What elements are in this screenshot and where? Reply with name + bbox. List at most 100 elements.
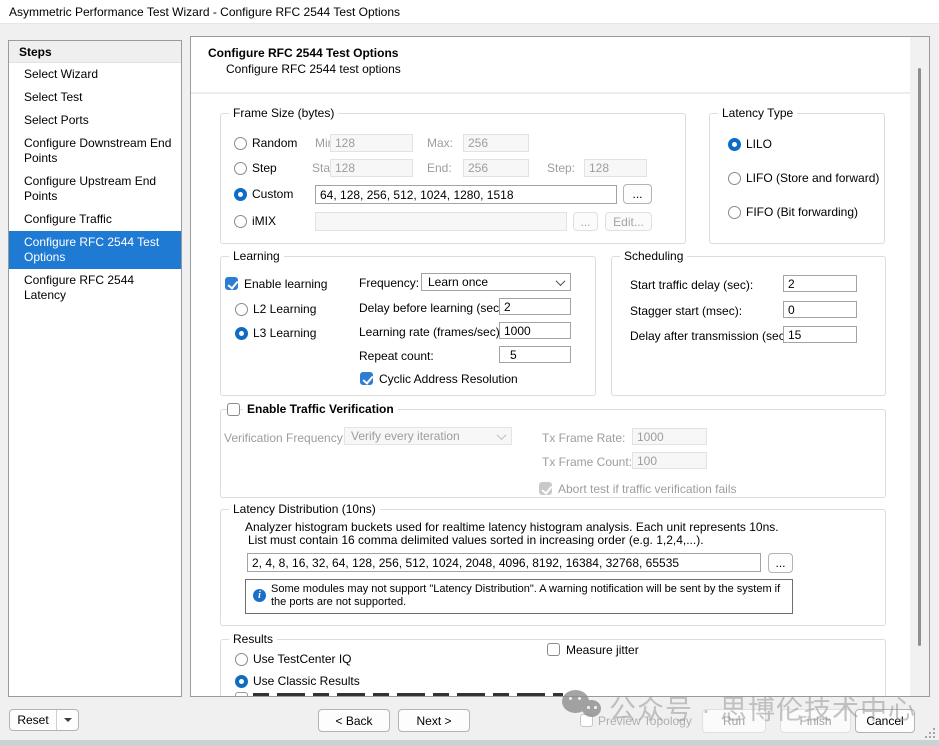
fifo-label: FIFO (Bit forwarding) xyxy=(746,205,858,219)
random-label: Random xyxy=(252,136,297,150)
sidebar-item-configure-upstream-end-points[interactable]: Configure Upstream End Points xyxy=(9,170,181,208)
use-testcenter-iq-radio[interactable] xyxy=(235,653,248,666)
l2-learning-radio[interactable] xyxy=(235,303,248,316)
frequency-select[interactable]: Learn once xyxy=(421,273,571,291)
cyclic-address-resolution-label: Cyclic Address Resolution xyxy=(379,372,518,386)
end-label: End: xyxy=(427,161,452,175)
frequency-value: Learn once xyxy=(428,275,488,289)
imix-label: iMIX xyxy=(252,214,276,228)
delay-before-learning-label: Delay before learning (sec): xyxy=(359,301,506,315)
l3-learning-label: L3 Learning xyxy=(253,326,316,340)
reset-button[interactable]: Reset xyxy=(10,710,56,730)
stagger-start-label: Stagger start (msec): xyxy=(630,304,742,318)
step-size-input xyxy=(584,159,647,177)
measure-jitter-label: Measure jitter xyxy=(566,643,639,657)
delay-after-transmission-input[interactable] xyxy=(783,326,857,343)
lilo-radio[interactable] xyxy=(728,138,741,151)
latency-distribution-browse-button[interactable]: ... xyxy=(768,553,793,573)
end-input xyxy=(463,159,529,177)
reset-split-button[interactable]: Reset xyxy=(9,709,79,731)
l3-learning-radio[interactable] xyxy=(235,327,248,340)
imix-input xyxy=(315,212,567,231)
latency-distribution-desc-2: List must contain 16 comma delimited val… xyxy=(248,533,704,547)
wizard-window: { "window": { "title": "Asymmetric Perfo… xyxy=(0,0,939,746)
clipped-option-checkbox xyxy=(235,692,248,697)
imix-edit-button: Edit... xyxy=(605,212,652,231)
use-classic-results-label: Use Classic Results xyxy=(253,674,360,688)
stagger-start-input[interactable] xyxy=(783,301,857,318)
frequency-label: Frequency: xyxy=(359,276,419,290)
results-group-label: Results xyxy=(229,632,277,646)
frame-size-group-label: Frame Size (bytes) xyxy=(229,106,338,120)
min-input xyxy=(330,134,413,152)
delay-before-learning-input[interactable] xyxy=(499,298,571,315)
next-button[interactable]: Next > xyxy=(398,709,470,732)
learning-rate-input[interactable] xyxy=(499,322,571,339)
step-radio[interactable] xyxy=(234,162,247,175)
sidebar-item-configure-traffic[interactable]: Configure Traffic xyxy=(9,208,181,231)
latency-type-group-label: Latency Type xyxy=(718,106,797,120)
fifo-radio[interactable] xyxy=(728,206,741,219)
clipped-option-text xyxy=(253,693,563,697)
learning-group: Learning Enable learning L2 Learning L3 … xyxy=(220,256,596,396)
tx-frame-rate-label: Tx Frame Rate: xyxy=(542,431,625,445)
sidebar-item-configure-rfc2544-test-options[interactable]: Configure RFC 2544 Test Options xyxy=(9,231,181,269)
reset-dropdown-arrow[interactable] xyxy=(56,710,78,730)
sidebar-item-configure-rfc2544-latency[interactable]: Configure RFC 2544 Latency xyxy=(9,269,181,307)
custom-label: Custom xyxy=(252,187,293,201)
start-traffic-delay-input[interactable] xyxy=(783,275,857,292)
tx-frame-count-label: Tx Frame Count: xyxy=(542,455,632,469)
use-classic-results-radio[interactable] xyxy=(235,675,248,688)
back-button[interactable]: < Back xyxy=(318,709,390,732)
l2-learning-label: L2 Learning xyxy=(253,302,316,316)
enable-learning-label: Enable learning xyxy=(244,277,327,291)
wechat-icon xyxy=(562,688,608,724)
measure-jitter-checkbox[interactable] xyxy=(547,643,560,656)
lifo-label: LIFO (Store and forward) xyxy=(746,171,879,185)
start-input xyxy=(330,159,413,177)
imix-radio[interactable] xyxy=(234,215,247,228)
max-label: Max: xyxy=(427,136,453,150)
sidebar-item-select-wizard[interactable]: Select Wizard xyxy=(9,63,181,86)
chevron-down-icon xyxy=(556,276,566,286)
header-separator xyxy=(191,92,929,94)
steps-header: Steps xyxy=(9,41,181,63)
scrollbar-thumb[interactable] xyxy=(918,68,921,646)
sidebar-item-configure-downstream-end-points[interactable]: Configure Downstream End Points xyxy=(9,132,181,170)
start-traffic-delay-label: Start traffic delay (sec): xyxy=(630,278,753,292)
chevron-down-icon xyxy=(497,430,507,440)
latency-type-group: Latency Type LILO LIFO (Store and forwar… xyxy=(709,113,885,244)
step-label: Step xyxy=(252,161,277,175)
steps-sidebar: Steps Select Wizard Select Test Select P… xyxy=(8,40,182,697)
repeat-count-input[interactable] xyxy=(499,346,571,363)
latency-distribution-input[interactable] xyxy=(247,553,761,572)
title-bar: Asymmetric Performance Test Wizard - Con… xyxy=(0,0,939,24)
page-title: Configure RFC 2544 Test Options xyxy=(208,46,398,60)
scheduling-group: Scheduling Start traffic delay (sec): St… xyxy=(611,256,886,396)
info-icon xyxy=(253,589,266,602)
use-testcenter-iq-label: Use TestCenter IQ xyxy=(253,652,351,666)
latency-distribution-desc-1: Analyzer histogram buckets used for real… xyxy=(245,520,779,534)
window-title: Asymmetric Performance Test Wizard - Con… xyxy=(9,5,400,19)
traffic-verification-group: Enable Traffic Verification Verification… xyxy=(220,409,886,498)
sidebar-item-select-test[interactable]: Select Test xyxy=(9,86,181,109)
custom-radio[interactable] xyxy=(234,188,247,201)
lifo-radio[interactable] xyxy=(728,172,741,185)
frame-size-group: Frame Size (bytes) Random Min: Max: Step… xyxy=(220,113,686,244)
custom-browse-button[interactable]: ... xyxy=(623,184,652,204)
resize-grip-icon[interactable] xyxy=(924,727,936,740)
delay-after-transmission-label: Delay after transmission (sec): xyxy=(630,329,792,343)
sidebar-item-select-ports[interactable]: Select Ports xyxy=(9,109,181,132)
custom-frame-sizes-input[interactable] xyxy=(315,185,617,204)
cyclic-address-resolution-checkbox[interactable] xyxy=(360,372,373,385)
enable-traffic-verification-checkbox[interactable] xyxy=(227,403,240,416)
step-size-label: Step: xyxy=(547,161,575,175)
learning-group-label: Learning xyxy=(229,249,284,263)
enable-traffic-verification-label: Enable Traffic Verification xyxy=(243,402,398,416)
enable-learning-checkbox[interactable] xyxy=(225,277,238,290)
page-subtitle: Configure RFC 2544 test options xyxy=(226,62,401,76)
tx-frame-rate-input xyxy=(632,428,707,445)
verification-frequency-value: Verify every iteration xyxy=(351,429,460,443)
watermark-text: 公众号 · 思博伦技术中心 xyxy=(609,688,916,727)
random-radio[interactable] xyxy=(234,137,247,150)
